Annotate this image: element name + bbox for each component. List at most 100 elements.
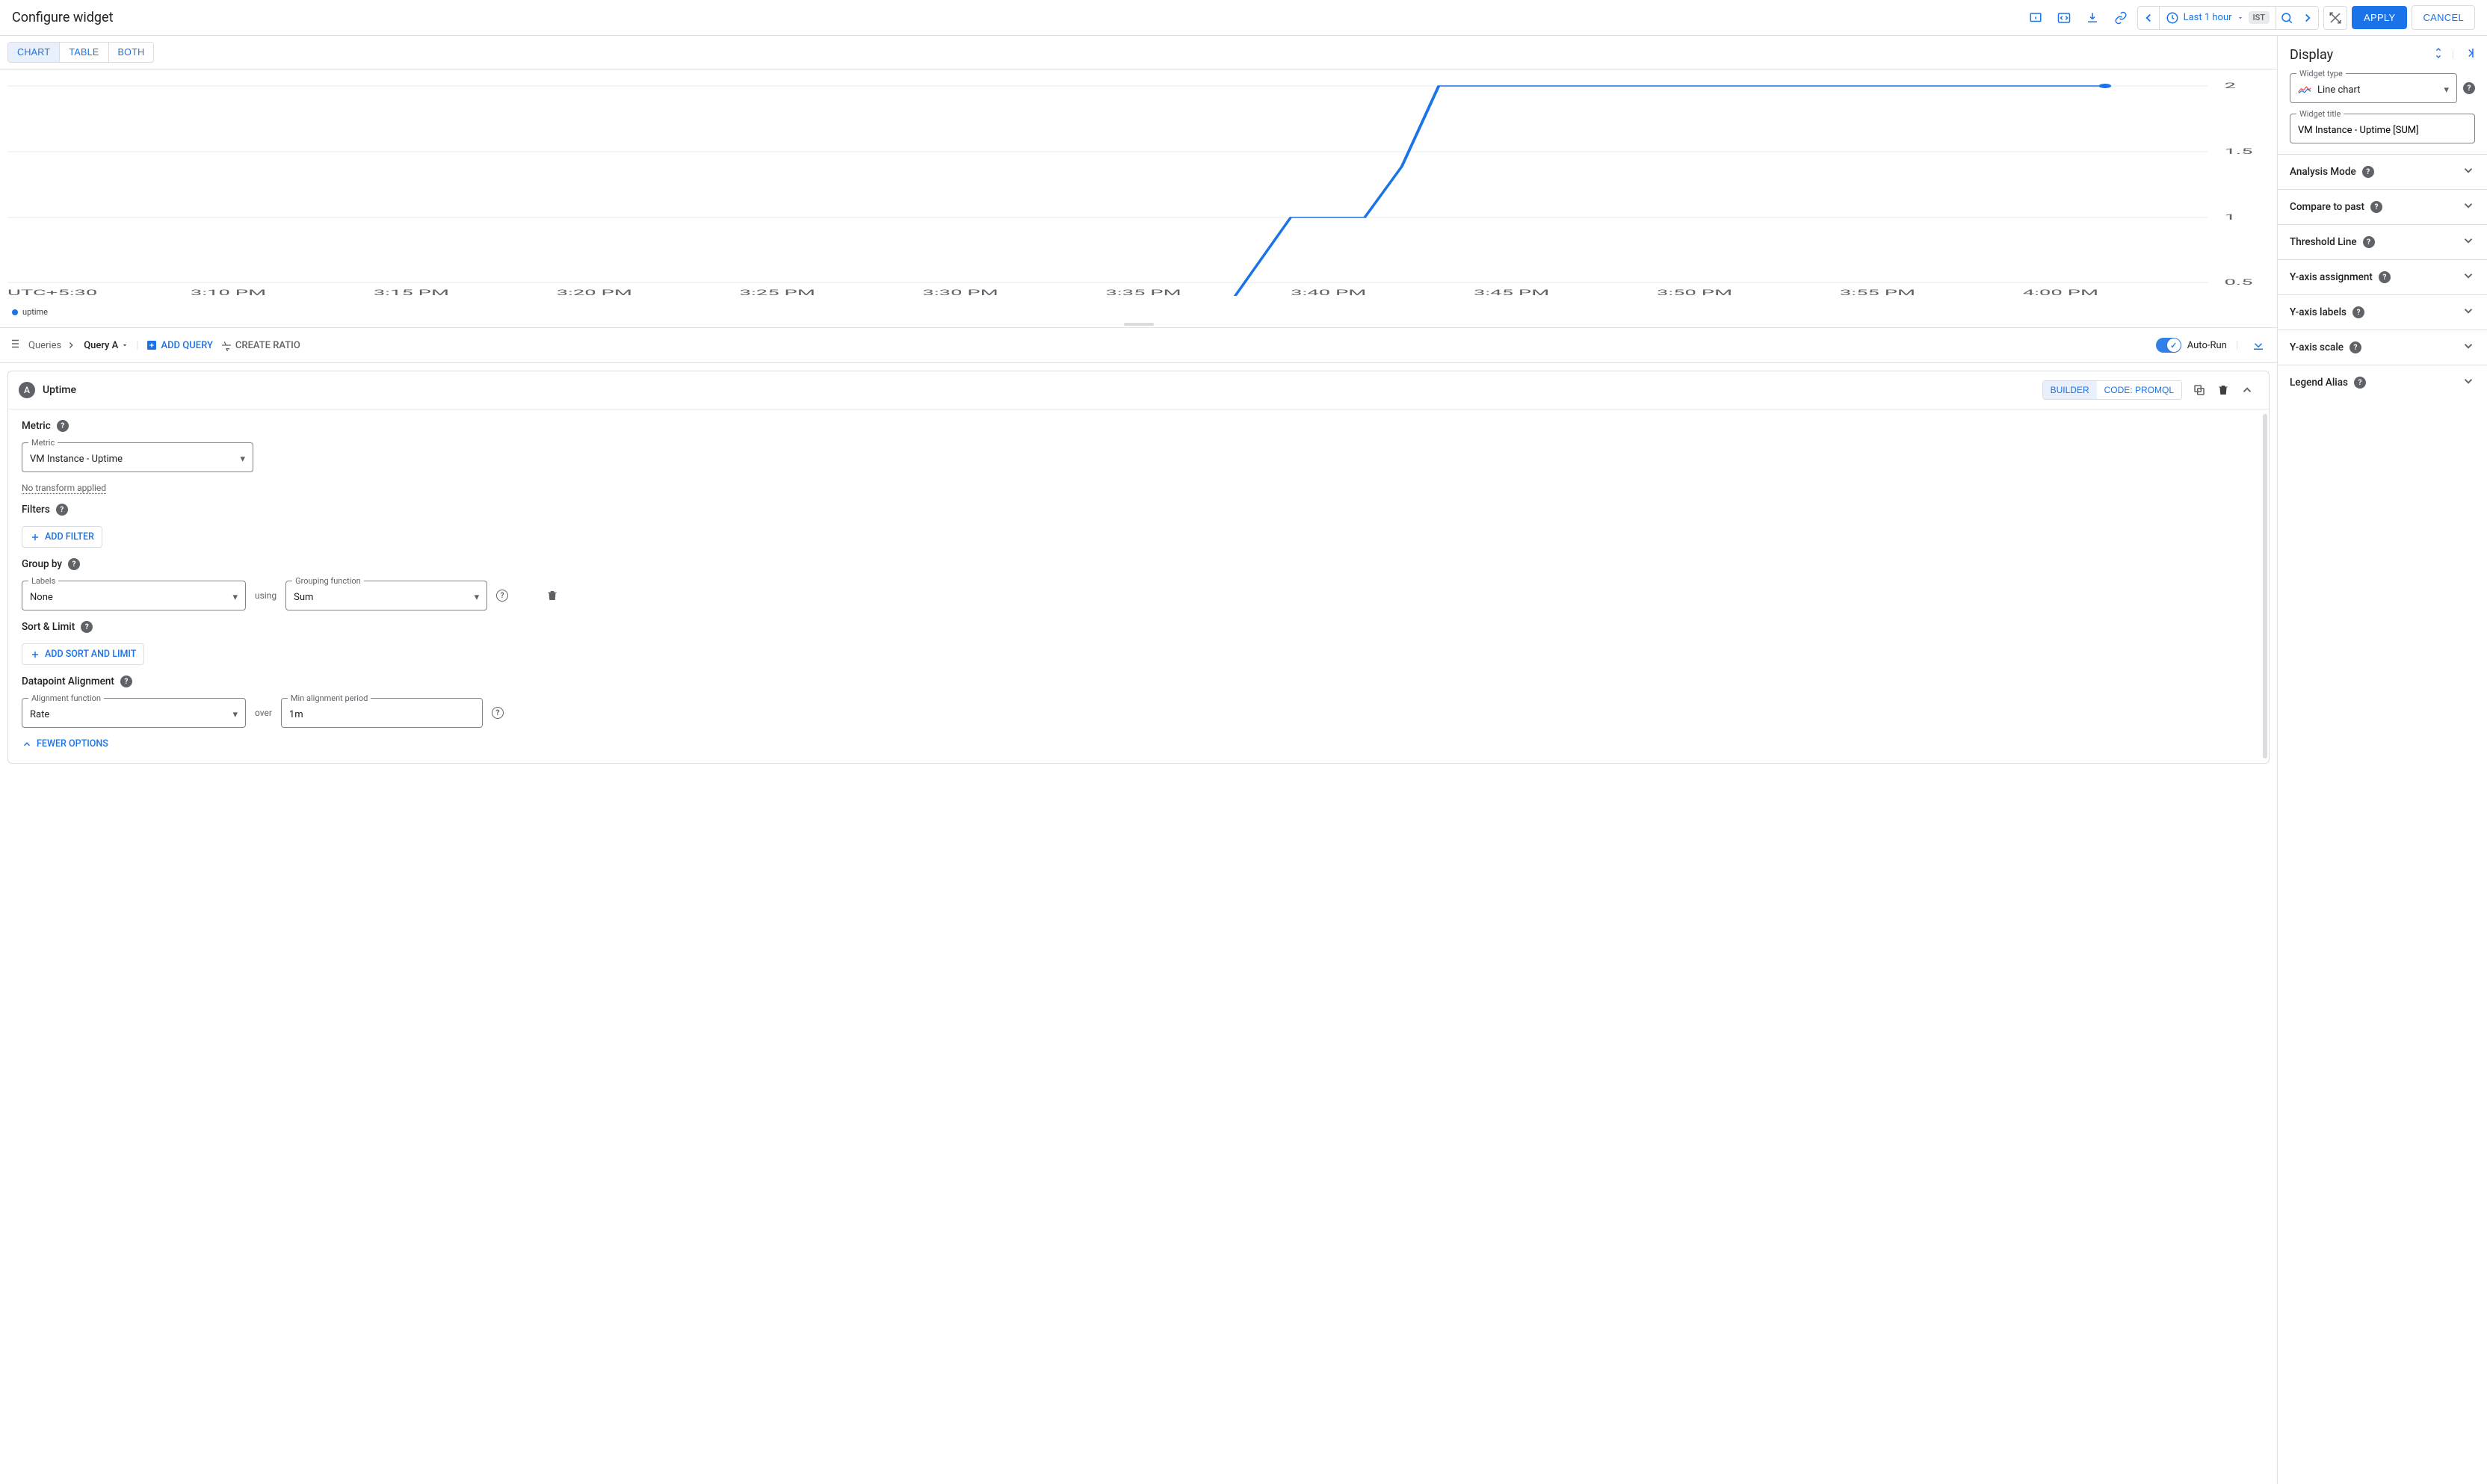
help-icon[interactable]: ? [2363, 236, 2375, 248]
collapse-all-icon[interactable] [2247, 334, 2270, 356]
dropdown-arrow-icon: ▾ [475, 592, 480, 603]
help-icon[interactable]: ? [496, 590, 508, 602]
time-next-icon[interactable] [2297, 7, 2318, 29]
add-query-button[interactable]: ADD QUERY [146, 339, 212, 351]
over-label: over [255, 708, 272, 718]
tab-table[interactable]: TABLE [60, 43, 108, 62]
accordion-yaxis-assign[interactable]: Y-axis assignment? [2278, 259, 2487, 294]
queries-breadcrumb[interactable]: Queries [28, 340, 76, 351]
timezone-badge: IST [2249, 11, 2270, 24]
auto-run-toggle[interactable] [2156, 338, 2181, 353]
accordion-yaxis-labels[interactable]: Y-axis labels? [2278, 294, 2487, 330]
chevron-down-icon [2462, 374, 2475, 391]
chart-legend: uptime [7, 304, 2270, 321]
svg-text:1.5: 1.5 [2224, 147, 2252, 156]
widget-title-field[interactable] [2298, 125, 2467, 136]
filters-section-label: Filters ? [22, 504, 2255, 516]
no-transform-link[interactable]: No transform applied [22, 483, 2255, 493]
alignment-fn-select[interactable]: Alignment function Rate ▾ [22, 698, 246, 728]
expand-icon[interactable] [2323, 6, 2347, 30]
widget-type-select[interactable]: Widget type Line chart ▾ [2290, 73, 2457, 103]
collapse-icon[interactable] [2236, 379, 2258, 401]
expand-vert-icon[interactable] [2432, 47, 2444, 62]
builder-tab[interactable]: BUILDER [2043, 381, 2097, 399]
help-icon[interactable]: ? [2463, 82, 2475, 94]
dropdown-arrow-icon: ▾ [232, 709, 238, 720]
help-icon[interactable]: ? [2349, 341, 2361, 353]
time-range-selector[interactable]: Last 1 hour IST [2159, 7, 2276, 29]
groupby-section-label: Group by ? [22, 558, 2255, 570]
svg-text:3:25 PM: 3:25 PM [740, 288, 815, 297]
view-tabs: CHART TABLE BOTH [0, 36, 2277, 69]
fewer-options-button[interactable]: FEWER OPTIONS [22, 738, 108, 749]
help-icon[interactable]: ? [68, 558, 80, 570]
copy-icon[interactable] [2188, 379, 2211, 401]
svg-text:3:30 PM: 3:30 PM [923, 288, 998, 297]
accordion-threshold[interactable]: Threshold Line? [2278, 224, 2487, 259]
help-icon[interactable]: ? [2370, 201, 2382, 213]
current-query-selector[interactable]: Query A [84, 340, 129, 351]
dropdown-arrow-icon: ▾ [232, 592, 238, 603]
accordion-analysis-mode[interactable]: Analysis Mode? [2278, 154, 2487, 189]
svg-text:2: 2 [2224, 81, 2235, 90]
delete-icon[interactable] [2212, 379, 2234, 401]
svg-text:3:20 PM: 3:20 PM [557, 288, 632, 297]
svg-text:3:15 PM: 3:15 PM [374, 288, 449, 297]
query-badge: A [19, 382, 35, 398]
collapse-panel-icon[interactable] [2462, 46, 2475, 63]
download-icon[interactable] [2080, 6, 2104, 30]
delete-groupby-icon[interactable] [541, 584, 563, 607]
svg-text:4:00 PM: 4:00 PM [2023, 288, 2098, 297]
display-panel: Display | Widget type Line chart ▾ ? Wid… [2278, 36, 2487, 1484]
query-bar: Queries Query A | ADD QUERY CREATE RATIO [0, 327, 2277, 363]
help-icon[interactable]: ? [56, 504, 68, 516]
apply-button[interactable]: APPLY [2352, 6, 2407, 29]
accordion-yaxis-scale[interactable]: Y-axis scale? [2278, 330, 2487, 365]
list-icon [7, 337, 21, 353]
svg-text:3:35 PM: 3:35 PM [1105, 288, 1181, 297]
help-icon[interactable]: ? [2352, 306, 2364, 318]
sort-section-label: Sort & Limit ? [22, 621, 2255, 633]
help-icon[interactable]: ? [81, 621, 93, 633]
code-icon[interactable] [2052, 6, 2076, 30]
svg-text:1: 1 [2224, 213, 2235, 222]
svg-text:UTC+5:30: UTC+5:30 [7, 288, 97, 297]
accordion-legend-alias[interactable]: Legend Alias? [2278, 365, 2487, 400]
chevron-down-icon [2462, 304, 2475, 321]
query-title: Uptime [43, 384, 76, 396]
topbar: Configure widget Last 1 hour IST APPLY C… [0, 0, 2487, 36]
tab-both[interactable]: BOTH [109, 43, 154, 62]
code-tab[interactable]: CODE: PROMQL [2097, 381, 2181, 399]
add-sort-button[interactable]: ADD SORT AND LIMIT [22, 643, 144, 665]
widget-title-input[interactable]: Widget title [2290, 114, 2475, 143]
cancel-button[interactable]: CANCEL [2412, 5, 2475, 30]
time-zoom-icon[interactable] [2276, 7, 2297, 29]
feedback-icon[interactable] [2024, 6, 2048, 30]
help-icon[interactable]: ? [57, 420, 69, 432]
chevron-down-icon [2462, 269, 2475, 285]
auto-run-label: Auto-Run [2187, 340, 2227, 351]
help-icon[interactable]: ? [2379, 271, 2391, 283]
metric-select[interactable]: Metric VM Instance - Uptime ▾ [22, 442, 253, 472]
alignment-period-input[interactable]: Min alignment period 1m [281, 698, 483, 728]
tab-chart[interactable]: CHART [8, 43, 60, 62]
line-chart-icon [2298, 84, 2311, 95]
help-icon[interactable]: ? [120, 675, 132, 687]
create-ratio-button[interactable]: CREATE RATIO [220, 339, 300, 351]
legend-label: uptime [22, 307, 48, 317]
time-prev-icon[interactable] [2138, 7, 2159, 29]
add-filter-button[interactable]: ADD FILTER [22, 526, 102, 548]
svg-text:3:55 PM: 3:55 PM [1840, 288, 1915, 297]
help-icon[interactable]: ? [492, 707, 504, 719]
svg-text:3:50 PM: 3:50 PM [1657, 288, 1732, 297]
chart-svg: 2 1.5 1 0.5 UTC+5:30 3:10 PM 3:15 PM 3:2… [7, 77, 2270, 301]
resize-handle[interactable] [1124, 323, 1154, 326]
chevron-down-icon [2462, 164, 2475, 180]
help-icon[interactable]: ? [2362, 166, 2374, 178]
svg-text:0.5: 0.5 [2224, 278, 2252, 287]
accordion-compare-past[interactable]: Compare to past? [2278, 189, 2487, 224]
help-icon[interactable]: ? [2354, 377, 2366, 389]
link-icon[interactable] [2109, 6, 2133, 30]
labels-select[interactable]: Labels None ▾ [22, 581, 246, 610]
grouping-fn-select[interactable]: Grouping function Sum ▾ [285, 581, 487, 610]
